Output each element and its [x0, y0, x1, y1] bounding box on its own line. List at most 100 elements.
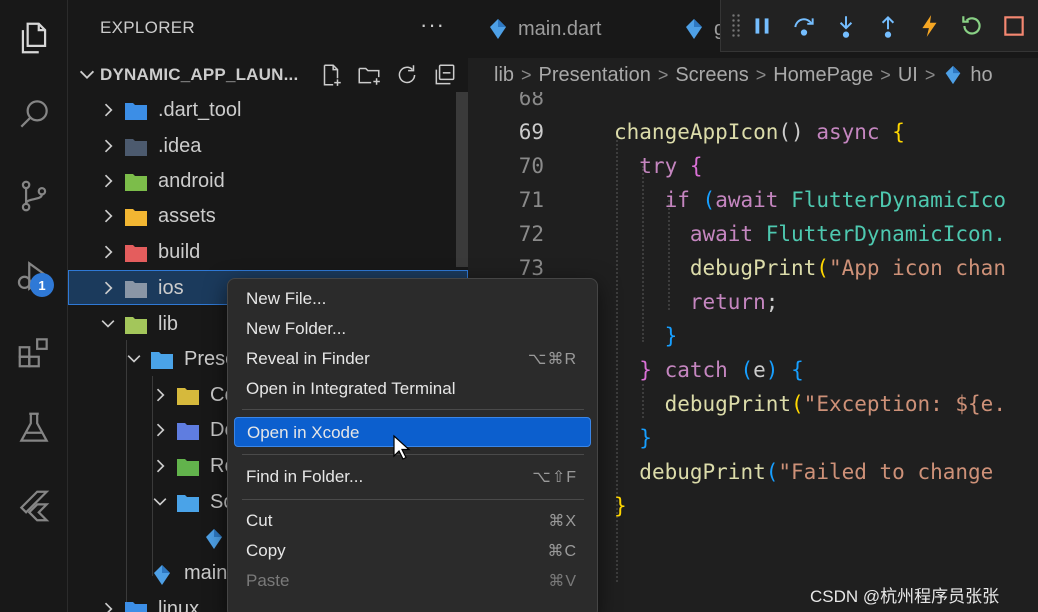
menu-item-new-file[interactable]: New File...	[234, 284, 591, 314]
code-token: if	[664, 188, 690, 212]
code-line: 68	[468, 92, 1038, 116]
breadcrumb-item[interactable]: HomePage	[773, 64, 873, 87]
menu-item-shortcut: ⌥⇧F	[532, 469, 577, 486]
chevron-right-icon	[104, 174, 113, 188]
menu-item-label: Open in Xcode	[247, 423, 360, 442]
chevron-right-icon: >	[657, 64, 669, 85]
menu-item-new-folder[interactable]: New Folder...	[234, 314, 591, 344]
code-token: }	[664, 324, 678, 348]
tab-main-dart[interactable]: main.dart	[486, 0, 601, 58]
more-actions-icon[interactable]: ···	[420, 12, 445, 38]
tree-item[interactable]: .idea	[68, 128, 468, 163]
breadcrumb-item[interactable]: lib	[494, 64, 514, 87]
dart-file-icon	[154, 565, 170, 585]
code-text: }	[614, 494, 627, 518]
menu-item-open-in-terminal[interactable]: Open in Integrated Terminal	[234, 374, 591, 404]
menu-separator	[242, 409, 584, 410]
tree-item[interactable]: build	[68, 234, 468, 269]
chevron-right-icon	[104, 209, 113, 223]
collapse-all-icon[interactable]	[432, 62, 458, 88]
folder-icon	[177, 459, 199, 476]
breadcrumb-item[interactable]: UI	[898, 64, 918, 87]
pause-icon[interactable]	[741, 5, 783, 47]
menu-item-cut[interactable]: Cut ⌘X	[234, 506, 591, 536]
breadcrumb-item[interactable]: Screens	[675, 64, 748, 87]
chevron-right-icon	[104, 139, 113, 153]
step-out-icon[interactable]	[867, 5, 909, 47]
source-control-icon[interactable]	[0, 166, 68, 226]
files-icon[interactable]	[0, 8, 68, 68]
hot-reload-icon[interactable]	[909, 5, 951, 47]
explorer-title: EXPLORER	[100, 18, 195, 37]
code-token: changeAppIcon	[614, 120, 779, 144]
drag-handle-icon[interactable]	[731, 12, 741, 39]
tab-second[interactable]: g	[682, 0, 725, 58]
code-token: debugPrint	[639, 460, 766, 484]
menu-item-shortcut: ⌘X	[548, 513, 577, 530]
code-token: (	[740, 358, 754, 382]
code-token: }	[614, 494, 627, 518]
debug-count-badge: 1	[30, 273, 54, 297]
code-token: e	[753, 358, 766, 382]
menu-separator	[242, 499, 584, 500]
chevron-right-icon: >	[880, 64, 891, 85]
watermark: CSDN @杭州程序员张张	[810, 587, 1000, 606]
menu-item-label: New File...	[246, 289, 327, 308]
breadcrumb-item[interactable]: Presentation	[539, 64, 651, 87]
menu-item-copy[interactable]: Copy ⌘C	[234, 536, 591, 566]
line-number: 73	[518, 256, 544, 280]
code-text: debugPrint("App icon chan	[614, 256, 1006, 280]
new-file-icon[interactable]	[318, 62, 344, 88]
restart-icon[interactable]	[951, 5, 993, 47]
flutter-icon[interactable]	[0, 476, 68, 536]
code-token: {	[791, 358, 804, 382]
dart-file-icon	[206, 529, 222, 549]
step-into-icon[interactable]	[825, 5, 867, 47]
menu-item-label: New Folder...	[246, 319, 347, 338]
breadcrumb-item[interactable]: ho	[970, 64, 992, 87]
code-token: await	[689, 222, 754, 246]
code-token: debugPrint	[664, 392, 792, 416]
menu-item-shortcut: ⌘V	[548, 573, 577, 590]
code-text: }	[614, 426, 652, 450]
code-token: async	[816, 120, 880, 144]
extensions-icon[interactable]	[0, 322, 68, 382]
code-token: ;	[765, 290, 779, 314]
code-token: (	[816, 256, 829, 280]
menu-item-label: Reveal in Finder	[246, 349, 370, 368]
testing-icon[interactable]	[0, 398, 68, 458]
tree-item[interactable]: assets	[68, 198, 468, 233]
chevron-right-icon	[104, 245, 113, 259]
new-folder-icon[interactable]	[356, 62, 382, 88]
tab-bar: main.dart g	[468, 0, 1038, 58]
menu-item-shortcut: ⌘C	[547, 543, 577, 560]
folder-icon	[177, 423, 199, 440]
tree-item[interactable]: .dart_tool	[68, 92, 468, 127]
refresh-icon[interactable]	[394, 62, 420, 88]
chevron-down-icon	[79, 70, 95, 80]
menu-item-open-in-xcode[interactable]: Open in Xcode	[234, 417, 591, 447]
dart-file-icon	[945, 65, 961, 85]
menu-item-label: Cut	[246, 511, 273, 530]
code-token: (	[702, 188, 716, 212]
workspace-name: DYNAMIC_APP_LAUN...	[100, 65, 299, 84]
code-line: 70 try {	[468, 150, 1038, 184]
menu-item-reveal-in-finder[interactable]: Reveal in Finder ⌥⌘R	[234, 344, 591, 374]
menu-item-find-in-folder[interactable]: Find in Folder... ⌥⇧F	[234, 462, 591, 492]
stop-icon[interactable]	[993, 5, 1035, 47]
folder-icon	[125, 245, 147, 262]
search-icon[interactable]	[0, 84, 68, 144]
step-over-icon[interactable]	[783, 5, 825, 47]
workspace-header[interactable]: DYNAMIC_APP_LAUN...	[68, 58, 468, 92]
line-number: 69	[518, 120, 544, 144]
menu-item-label: Open in Integrated Terminal	[246, 379, 456, 398]
chevron-right-icon	[104, 281, 113, 295]
breadcrumb: lib > Presentation > Screens > HomePage …	[468, 58, 1038, 92]
tree-item[interactable]: android	[68, 163, 468, 198]
